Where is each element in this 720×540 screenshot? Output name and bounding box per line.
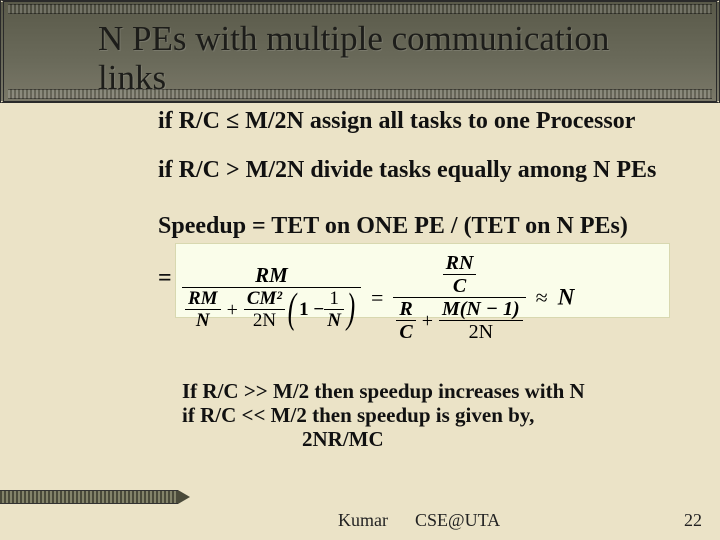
- formula-lhs: RM RM N + CM² 2N ( 1 − 1 N ) =: [182, 253, 574, 342]
- rhs1-den-t2-den: 2N: [439, 321, 523, 342]
- footer-author: Kumar: [338, 510, 388, 531]
- lhs-den-inner-num: 1: [324, 289, 344, 310]
- rhs1-den-plus: +: [416, 311, 439, 331]
- lhs-den-inner-den: N: [324, 310, 344, 330]
- footer-course: CSE@UTA: [415, 510, 500, 531]
- lhs-numerator: RM: [255, 263, 288, 287]
- speedup-definition: Speedup = TET on ONE PE / (TET on N PEs): [158, 213, 628, 240]
- rhs1-num-num: RN: [443, 253, 477, 275]
- condition-2: if R/C > M/2N divide tasks equally among…: [158, 157, 656, 184]
- footer-ornament-tip: [178, 490, 190, 504]
- page-number: 22: [684, 510, 702, 531]
- lhs-den-inner-lead: 1 −: [299, 299, 324, 320]
- rhs1-den-t1-den: C: [396, 321, 415, 342]
- lhs-den-t1-den: N: [185, 310, 221, 330]
- rhs1-den-t1-num: R: [396, 299, 415, 321]
- rhs1-den-t2-num: M(N − 1): [439, 299, 523, 321]
- footer-ornament: [0, 490, 178, 504]
- slide-title: N PEs with multiple communication links: [98, 20, 680, 97]
- formula-approx: ≈: [530, 285, 554, 311]
- condition-1: if R/C ≤ M/2N assign all tasks to one Pr…: [158, 108, 635, 135]
- lhs-den-t2-num: CM²: [244, 289, 285, 310]
- lhs-den-t2-den: 2N: [244, 310, 285, 330]
- rhs1-num-den: C: [443, 275, 477, 296]
- formula-rhs-n: N: [558, 285, 575, 310]
- slide-body: if R/C ≤ M/2N assign all tasks to one Pr…: [0, 103, 720, 540]
- conclusion-1: If R/C >> M/2 then speedup increases wit…: [182, 379, 585, 404]
- lhs-den-t1-num: RM: [185, 289, 221, 310]
- conclusion-3: 2NR/MC: [302, 427, 384, 452]
- conclusion-2: if R/C << M/2 then speedup is given by,: [182, 403, 534, 428]
- banner-ornament-top: [8, 4, 712, 14]
- formula-equals: =: [365, 285, 389, 311]
- equals-lead: =: [158, 265, 172, 292]
